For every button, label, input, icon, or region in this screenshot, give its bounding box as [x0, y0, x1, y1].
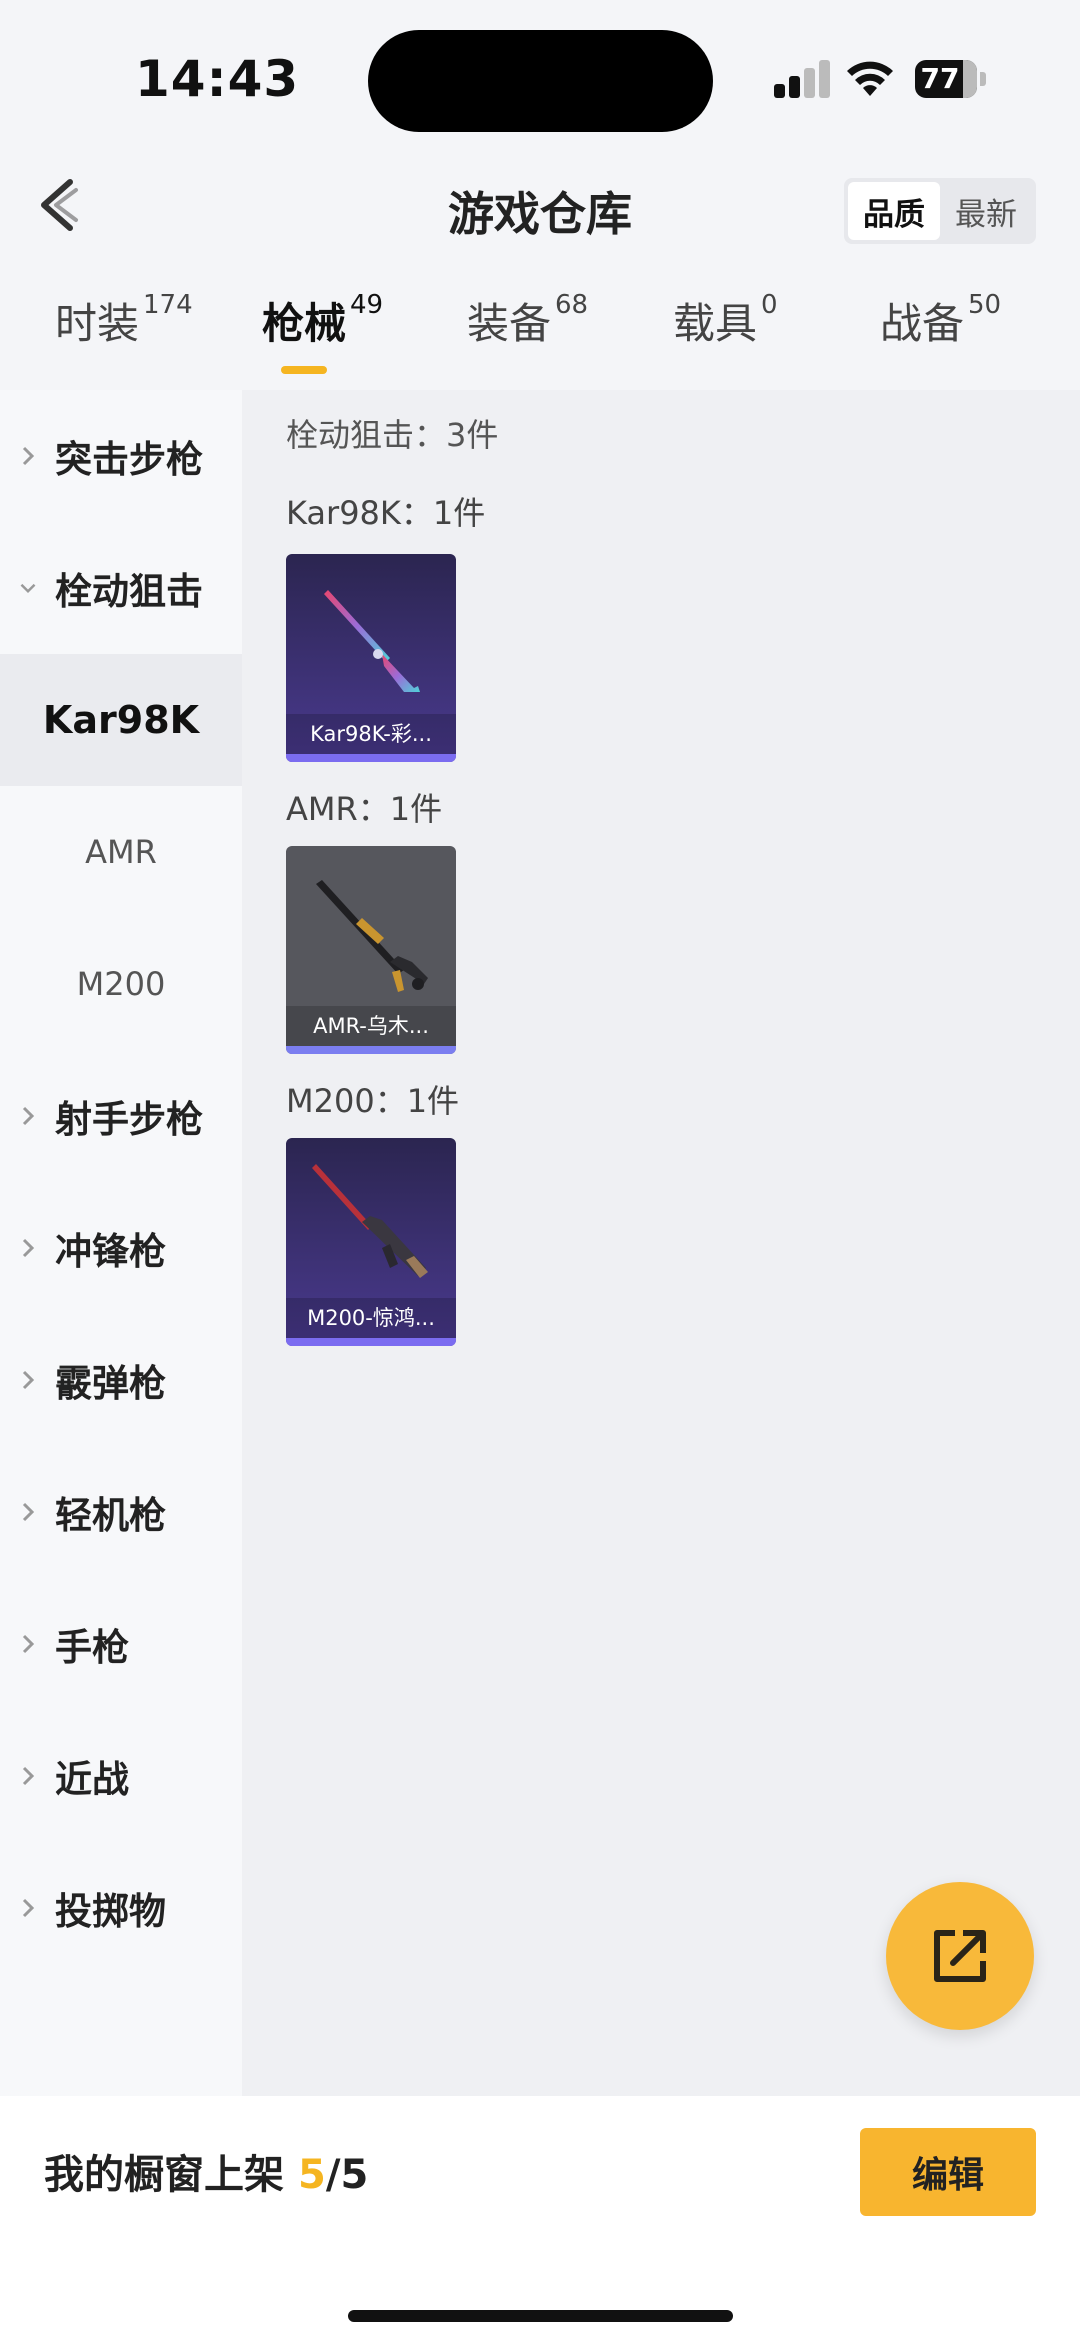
- group-title-kar98k: Kar98K：1件: [286, 494, 486, 532]
- chevron-right-icon: [0, 1237, 55, 1259]
- sidebar-item-throwables[interactable]: 投掷物: [0, 1842, 242, 1974]
- sidebar-item-label: 冲锋枪: [55, 1230, 166, 1273]
- edit-button[interactable]: 编辑: [860, 2128, 1036, 2216]
- section-title: 栓动狙击：3件: [286, 416, 499, 454]
- sidebar-item-label: 轻机枪: [55, 1494, 166, 1537]
- active-tab-indicator: [281, 366, 327, 374]
- item-card-m200[interactable]: M200-惊鸿...: [286, 1138, 456, 1346]
- tab-label: 载具: [673, 299, 758, 348]
- sidebar-subitem-m200[interactable]: M200: [0, 918, 242, 1050]
- item-card-kar98k[interactable]: Kar98K-彩...: [286, 554, 456, 762]
- rarity-bar: [286, 1046, 456, 1054]
- item-name: AMR-乌木...: [286, 1006, 456, 1046]
- sidebar-item-melee[interactable]: 近战: [0, 1710, 242, 1842]
- home-indicator[interactable]: [348, 2310, 733, 2322]
- chevron-right-icon: [0, 1369, 55, 1391]
- tab-fashion[interactable]: 时装 174: [55, 290, 193, 390]
- tab-count: 49: [350, 290, 384, 320]
- sidebar-item-label: 射手步枪: [55, 1098, 203, 1141]
- rarity-bar: [286, 754, 456, 762]
- sidebar-item-label: 突击步枪: [55, 438, 203, 481]
- chevron-right-icon: [0, 1633, 55, 1655]
- tab-vehicles[interactable]: 载具 0: [673, 290, 778, 390]
- sidebar-item-assault-rifle[interactable]: 突击步枪: [0, 390, 242, 522]
- tab-count: 174: [143, 290, 193, 320]
- tab-equipment[interactable]: 装备 68: [467, 290, 588, 390]
- bottom-bar: 我的橱窗上架 5 /5 编辑: [0, 2096, 1080, 2341]
- share-export-button[interactable]: [886, 1882, 1034, 2030]
- tab-label: 战备: [880, 299, 965, 348]
- warehouse-page: 14:43 77 游戏仓库 品质 最新 时装 174 枪械 49 装备 68 载…: [0, 0, 1080, 2341]
- dynamic-island: [368, 30, 713, 132]
- tab-count: 50: [968, 290, 1002, 320]
- tab-count: 68: [555, 290, 589, 320]
- battery-cap: [980, 72, 986, 86]
- sidebar-item-label: 近战: [55, 1758, 129, 1801]
- tab-firearms[interactable]: 枪械 49: [262, 290, 383, 390]
- sidebar-subitem-kar98k[interactable]: Kar98K: [0, 654, 242, 786]
- back-arrow-icon[interactable]: [30, 170, 90, 240]
- battery-icon: 77: [915, 60, 977, 98]
- rarity-bar: [286, 1338, 456, 1346]
- battery-level: 77: [920, 62, 960, 95]
- signal-icon: [774, 60, 832, 98]
- group-title-m200: M200：1件: [286, 1082, 460, 1120]
- sidebar-item-label: 手枪: [55, 1626, 129, 1669]
- chevron-right-icon: [0, 445, 55, 467]
- sidebar-item-pistol[interactable]: 手枪: [0, 1578, 242, 1710]
- item-name: M200-惊鸿...: [286, 1298, 456, 1338]
- chevron-right-icon: [0, 1501, 55, 1523]
- sidebar-item-label: 投掷物: [55, 1890, 166, 1933]
- chevron-down-icon: [0, 577, 55, 599]
- tab-battle-gear[interactable]: 战备 50: [880, 290, 1001, 390]
- sidebar-item-lmg[interactable]: 轻机枪: [0, 1446, 242, 1578]
- wifi-icon: [847, 61, 893, 96]
- status-bar: 14:43 77: [0, 0, 1080, 150]
- status-time: 14:43: [135, 50, 300, 108]
- page-title: 游戏仓库: [448, 187, 632, 241]
- sort-quality-button[interactable]: 品质: [848, 182, 940, 240]
- chevron-right-icon: [0, 1765, 55, 1787]
- sidebar-item-label: 霰弹枪: [55, 1362, 166, 1405]
- chevron-right-icon: [0, 1105, 55, 1127]
- sidebar-item-marksman-rifle[interactable]: 射手步枪: [0, 1050, 242, 1182]
- sidebar-item-bolt-sniper[interactable]: 栓动狙击: [0, 522, 242, 654]
- tab-label: 时装: [55, 299, 140, 348]
- showcase-status: 我的橱窗上架 5 /5: [44, 2142, 368, 2200]
- item-name: Kar98K-彩...: [286, 714, 456, 754]
- item-card-amr[interactable]: AMR-乌木...: [286, 846, 456, 1054]
- external-link-icon: [934, 1930, 986, 1982]
- tab-label: 装备: [467, 299, 552, 348]
- sidebar-item-label: 栓动狙击: [55, 570, 203, 613]
- sort-toggle: 品质 最新: [844, 178, 1036, 244]
- weapon-category-sidebar: 突击步枪 栓动狙击 Kar98K AMR M200 射手步枪 冲锋枪 霰弹枪 轻…: [0, 390, 242, 2096]
- group-title-amr: AMR：1件: [286, 790, 443, 828]
- sidebar-item-smg[interactable]: 冲锋枪: [0, 1182, 242, 1314]
- chevron-right-icon: [0, 1897, 55, 1919]
- showcase-label: 我的橱窗上架: [44, 2152, 284, 2198]
- sidebar-subitem-amr[interactable]: AMR: [0, 786, 242, 918]
- category-tabs: 时装 174 枪械 49 装备 68 载具 0 战备 50: [0, 290, 1080, 390]
- showcase-current-count: 5: [298, 2152, 326, 2198]
- showcase-total-count: /5: [325, 2152, 369, 2198]
- tab-label: 枪械: [262, 299, 347, 348]
- sort-newest-button[interactable]: 最新: [940, 182, 1032, 240]
- sidebar-item-shotgun[interactable]: 霰弹枪: [0, 1314, 242, 1446]
- tab-count: 0: [761, 290, 778, 320]
